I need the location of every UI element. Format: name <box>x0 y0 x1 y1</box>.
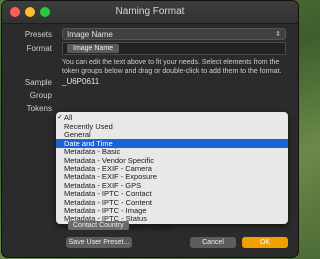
group-option-all[interactable]: ✓ All <box>56 113 288 122</box>
group-option[interactable]: Metadata - EXIF - Exposure <box>56 172 288 181</box>
ok-button[interactable]: OK <box>242 237 288 248</box>
group-option[interactable]: Metadata - Basic <box>56 147 288 156</box>
format-label: Format <box>26 44 52 53</box>
group-option[interactable]: Metadata - IPTC - Contact <box>56 189 288 198</box>
help-text: You can edit the text above to fit your … <box>62 59 282 75</box>
format-token-chip[interactable]: Image Name <box>67 44 120 53</box>
checkmark-icon: ✓ <box>57 114 63 121</box>
chevron-updown-icon: ⇕ <box>275 31 281 38</box>
token-chip-contact-country[interactable]: Contact Country <box>68 221 129 230</box>
format-field[interactable]: Image Name <box>62 42 286 55</box>
sample-value: _U6P0611 <box>62 77 100 86</box>
titlebar: Naming Format <box>2 1 298 24</box>
cancel-button[interactable]: Cancel <box>190 237 236 248</box>
group-option[interactable]: General <box>56 130 288 139</box>
tokens-label: Tokens <box>26 104 52 113</box>
presets-value: Image Name <box>67 30 113 39</box>
sample-label: Sample <box>24 78 52 87</box>
presets-select[interactable]: Image Name ⇕ <box>62 28 286 40</box>
save-user-preset-button[interactable]: Save User Preset... <box>66 237 132 248</box>
group-label: Group <box>29 91 52 100</box>
group-dropdown-menu: ✓ All Recently Used General Date and Tim… <box>56 112 288 232</box>
naming-format-dialog: Naming Format Presets Image Name ⇕ Forma… <box>2 1 298 257</box>
window-title: Naming Format <box>115 6 185 17</box>
presets-label: Presets <box>24 30 52 39</box>
